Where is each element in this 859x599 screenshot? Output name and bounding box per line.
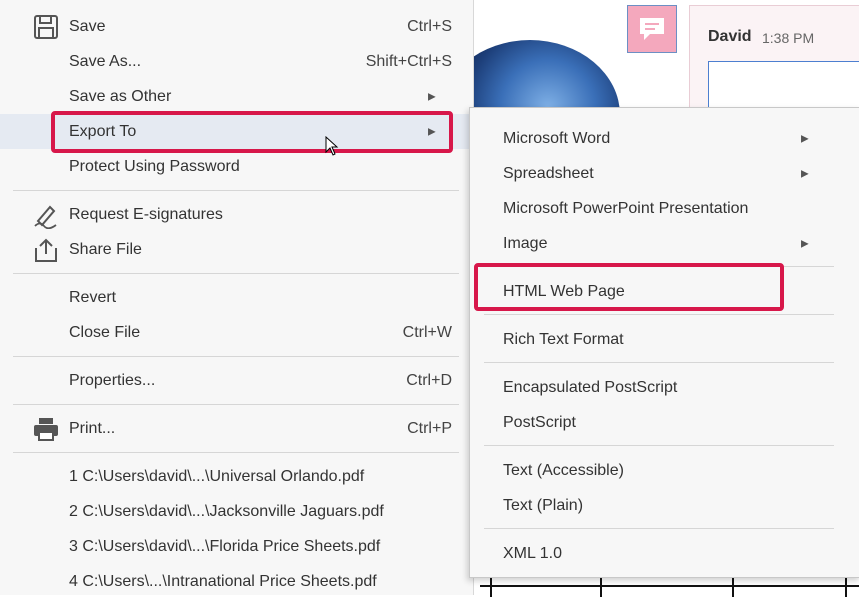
submenu-item-label: Rich Text Format [503, 330, 624, 348]
menu-separator [484, 314, 834, 315]
export-submenu: Microsoft Word ▶ Spreadsheet ▶ Microsoft… [469, 107, 859, 578]
mouse-cursor-icon [325, 136, 339, 156]
comment-marker[interactable] [627, 5, 677, 53]
submenu-item-encapsulated-postscript[interactable]: Encapsulated PostScript [470, 370, 859, 405]
menu-item-properties[interactable]: Properties... Ctrl+D [0, 363, 474, 398]
menu-item-label: 2 C:\Users\david\...\Jacksonville Jaguar… [69, 502, 384, 520]
submenu-item-label: PostScript [503, 413, 576, 431]
comment-time: 1:38 PM [762, 30, 815, 46]
floppy-disk-icon [32, 13, 60, 41]
menu-item-label: Save [69, 17, 106, 35]
menu-separator [484, 528, 834, 529]
menu-item-label: Save As... [69, 52, 142, 70]
submenu-item-label: Microsoft PowerPoint Presentation [503, 199, 749, 217]
menu-item-shortcut: Ctrl+D [406, 371, 452, 389]
menu-item-request-esignatures[interactable]: Request E-signatures [0, 197, 474, 232]
submenu-item-label: Text (Accessible) [503, 461, 624, 479]
menu-item-label: Print... [69, 419, 116, 437]
menu-item-shortcut: Shift+Ctrl+S [365, 52, 452, 70]
menu-item-label: 4 C:\Users\...\Intranational Price Sheet… [69, 572, 377, 590]
submenu-item-postscript[interactable]: PostScript [470, 405, 859, 440]
menu-item-save-as-other[interactable]: Save as Other ▶ [0, 79, 474, 114]
submenu-item-rich-text-format[interactable]: Rich Text Format [470, 322, 859, 357]
menu-separator [484, 266, 834, 267]
menu-separator [13, 273, 459, 274]
submenu-item-label: HTML Web Page [503, 282, 625, 300]
menu-item-label: Share File [69, 240, 142, 258]
menu-separator [484, 362, 834, 363]
chevron-right-icon: ▶ [801, 133, 809, 144]
menu-item-protect-password[interactable]: Protect Using Password [0, 149, 474, 184]
menu-item-export-to[interactable]: Export To ▶ [0, 114, 474, 149]
menu-item-save[interactable]: Save Ctrl+S [0, 9, 474, 44]
menu-separator [484, 445, 834, 446]
submenu-item-label: Spreadsheet [503, 164, 594, 182]
chevron-right-icon: ▶ [801, 238, 809, 249]
file-menu: Save Ctrl+S Save As... Shift+Ctrl+S Save… [0, 0, 474, 595]
menu-item-label: 1 C:\Users\david\...\Universal Orlando.p… [69, 467, 365, 485]
menu-item-label: Close File [69, 323, 141, 341]
menu-item-print[interactable]: Print... Ctrl+P [0, 411, 474, 446]
recent-file-item[interactable]: 4 C:\Users\...\Intranational Price Sheet… [0, 564, 474, 599]
menu-item-label: Request E-signatures [69, 205, 223, 223]
submenu-item-text-plain[interactable]: Text (Plain) [470, 488, 859, 523]
menu-separator [13, 404, 459, 405]
printer-icon [32, 415, 60, 443]
menu-item-save-as[interactable]: Save As... Shift+Ctrl+S [0, 44, 474, 79]
submenu-item-label: Text (Plain) [503, 496, 584, 514]
menu-separator [13, 356, 459, 357]
speech-bubble-icon [640, 18, 664, 40]
submenu-item-html-web-page[interactable]: HTML Web Page [470, 274, 859, 309]
submenu-item-xml[interactable]: XML 1.0 [470, 536, 859, 571]
submenu-item-label: Microsoft Word [503, 129, 611, 147]
chevron-right-icon: ▶ [428, 91, 436, 102]
submenu-item-label: Image [503, 234, 548, 252]
chevron-right-icon: ▶ [801, 168, 809, 179]
menu-item-label: 3 C:\Users\david\...\Florida Price Sheet… [69, 537, 381, 555]
menu-item-share-file[interactable]: Share File [0, 232, 474, 267]
submenu-item-spreadsheet[interactable]: Spreadsheet ▶ [470, 156, 859, 191]
submenu-item-image[interactable]: Image ▶ [470, 226, 859, 261]
menu-separator [13, 452, 459, 453]
comment-card: David 1:38 PM [689, 5, 859, 121]
share-upload-icon [32, 236, 60, 264]
menu-item-shortcut: Ctrl+S [407, 17, 452, 35]
submenu-item-label: Encapsulated PostScript [503, 378, 678, 396]
menu-item-label: Properties... [69, 371, 156, 389]
menu-item-shortcut: Ctrl+P [407, 419, 452, 437]
menu-separator [13, 190, 459, 191]
recent-file-item[interactable]: 1 C:\Users\david\...\Universal Orlando.p… [0, 459, 474, 494]
pen-signature-icon [32, 201, 60, 229]
recent-file-item[interactable]: 2 C:\Users\david\...\Jacksonville Jaguar… [0, 494, 474, 529]
comment-author: David [708, 28, 752, 45]
submenu-item-label: XML 1.0 [503, 544, 562, 562]
menu-item-label: Protect Using Password [69, 157, 240, 175]
chevron-right-icon: ▶ [428, 126, 436, 137]
recent-file-item[interactable]: 3 C:\Users\david\...\Florida Price Sheet… [0, 529, 474, 564]
menu-item-label: Save as Other [69, 87, 172, 105]
submenu-item-text-accessible[interactable]: Text (Accessible) [470, 453, 859, 488]
menu-item-close-file[interactable]: Close File Ctrl+W [0, 315, 474, 350]
submenu-item-microsoft-word[interactable]: Microsoft Word ▶ [470, 121, 859, 156]
menu-item-shortcut: Ctrl+W [402, 323, 452, 341]
menu-item-label: Export To [69, 122, 137, 140]
menu-item-label: Revert [69, 288, 117, 306]
submenu-item-powerpoint[interactable]: Microsoft PowerPoint Presentation [470, 191, 859, 226]
menu-item-revert[interactable]: Revert [0, 280, 474, 315]
